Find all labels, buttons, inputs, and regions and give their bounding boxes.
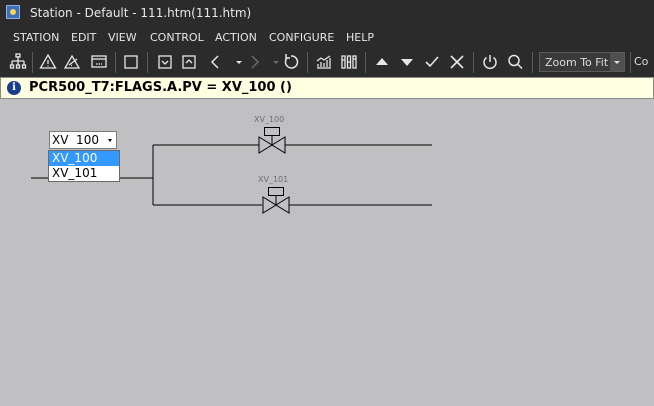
info-icon: i	[7, 81, 21, 95]
toolbar-separator	[473, 52, 474, 73]
square-icon[interactable]	[121, 52, 141, 72]
display-canvas: XV_100 XV_101 XV 100 XV_100 XV_101	[0, 99, 654, 406]
menu-action[interactable]: ACTION	[215, 31, 257, 44]
raise-icon[interactable]	[372, 52, 392, 72]
status-message: PCR500_T7:FLAGS.A.PV = XV_100 ()	[29, 80, 292, 95]
toolbar-separator	[307, 52, 308, 73]
menu-bar: STATION EDIT VIEW CONTROL ACTION CONFIGU…	[0, 26, 654, 48]
valve-icon[interactable]	[257, 127, 287, 155]
history-dropdown-icon[interactable]	[229, 52, 243, 72]
trend-icon[interactable]	[314, 52, 334, 72]
menu-help[interactable]: HELP	[346, 31, 374, 44]
dropdown-option[interactable]: XV_101	[49, 166, 119, 181]
valve-select-dropdown: XV_100 XV_101	[48, 150, 120, 182]
valve-label: XV_101	[258, 175, 289, 184]
cancel-icon[interactable]	[447, 52, 467, 72]
toolbar-separator	[32, 52, 33, 73]
title-bar: Station - Default - 111.htm(111.htm)	[0, 0, 654, 26]
menu-view[interactable]: VIEW	[108, 31, 137, 44]
toolbar-separator	[115, 52, 116, 73]
toolbar-separator	[532, 52, 533, 73]
checkbox-icon[interactable]	[155, 52, 175, 72]
search-icon[interactable]	[505, 52, 525, 72]
toolbar-separator	[365, 52, 366, 73]
zoom-dropdown-icon[interactable]	[610, 53, 624, 71]
valve-select-combobox[interactable]: XV 100	[49, 131, 117, 149]
toolbar-separator	[630, 52, 631, 73]
message-icon[interactable]	[89, 52, 109, 72]
alarm-ack-icon[interactable]	[63, 52, 83, 72]
network-icon[interactable]	[8, 52, 28, 72]
zoom-select[interactable]: Zoom To Fit	[539, 52, 625, 72]
zoom-select-value: Zoom To Fit	[545, 56, 609, 69]
valve-icon[interactable]	[261, 187, 291, 215]
menu-station[interactable]: STATION	[13, 31, 59, 44]
status-message-bar: i PCR500_T7:FLAGS.A.PV = XV_100 ()	[0, 77, 654, 99]
forward-icon	[245, 52, 265, 72]
menu-control[interactable]: CONTROL	[150, 31, 204, 44]
combobox-value: XV 100	[52, 133, 99, 147]
menu-configure[interactable]: CONFIGURE	[269, 31, 334, 44]
chevron-down-icon[interactable]	[106, 133, 115, 147]
app-icon	[6, 5, 20, 19]
menu-edit[interactable]: EDIT	[71, 31, 96, 44]
back-icon[interactable]	[205, 52, 225, 72]
page-up-icon[interactable]	[179, 52, 199, 72]
toolbar-separator	[147, 52, 148, 73]
group-icon[interactable]	[339, 52, 359, 72]
window-title: Station - Default - 111.htm(111.htm)	[30, 6, 252, 20]
dropdown-option[interactable]: XV_100	[49, 151, 119, 166]
forward-dropdown-icon	[266, 52, 280, 72]
refresh-icon[interactable]	[281, 52, 301, 72]
toolbar-cutoff-button[interactable]: Co	[634, 55, 648, 68]
valve-label: XV_100	[254, 115, 285, 124]
accept-icon[interactable]	[422, 52, 442, 72]
lower-icon[interactable]	[397, 52, 417, 72]
power-icon[interactable]	[480, 52, 500, 72]
alarm-icon[interactable]	[38, 52, 58, 72]
